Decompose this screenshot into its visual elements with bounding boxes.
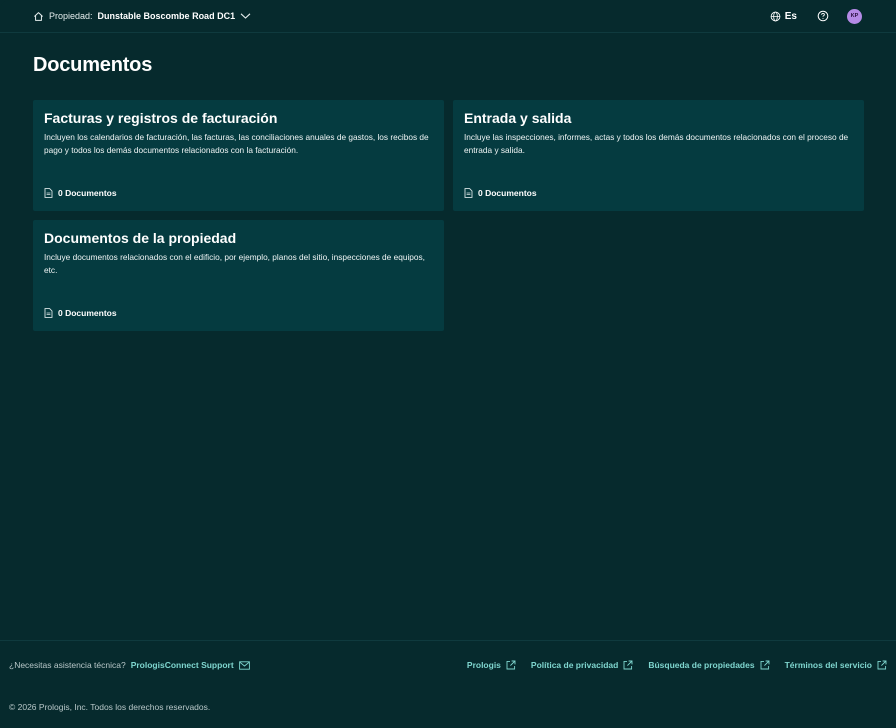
footer-link-privacy[interactable]: Política de privacidad bbox=[531, 660, 633, 670]
footer-link-label: Política de privacidad bbox=[530, 660, 619, 670]
support-assist: ¿Necesitas asistencia técnica? PrologisC… bbox=[9, 660, 250, 670]
card-title: Facturas y registros de facturación bbox=[44, 110, 278, 126]
document-count: 0 Documentos bbox=[44, 308, 117, 318]
document-count-label: 0 Documentos bbox=[478, 188, 537, 198]
app-window: Propiedad: Dunstable Boscombe Road DC1 E… bbox=[0, 0, 896, 728]
document-icon bbox=[44, 188, 53, 198]
card-billing[interactable]: Facturas y registros de facturación Incl… bbox=[33, 100, 444, 211]
external-link-icon bbox=[877, 660, 887, 670]
page-title: Documentos bbox=[33, 54, 153, 76]
card-description: Incluye documentos relacionados con el e… bbox=[44, 252, 425, 275]
footer-link-label: Búsqueda de propiedades bbox=[648, 660, 755, 670]
language-label: Es bbox=[784, 10, 797, 22]
card-property-documents[interactable]: Documentos de la propiedad Incluye docum… bbox=[33, 220, 444, 331]
chevron-down-icon[interactable] bbox=[240, 12, 251, 20]
mail-icon[interactable] bbox=[238, 660, 250, 670]
assist-text: ¿Necesitas asistencia técnica? bbox=[9, 660, 126, 670]
footer-link-prologis[interactable]: Prologis bbox=[467, 660, 516, 670]
footer-divider bbox=[0, 640, 896, 641]
document-count: 0 Documentos bbox=[464, 188, 537, 198]
avatar[interactable]: KP bbox=[847, 8, 862, 24]
card-description: Incluyen los calendarios de facturación,… bbox=[44, 132, 429, 155]
document-count-label: 0 Documentos bbox=[58, 308, 117, 318]
card-title: Entrada y salida bbox=[464, 110, 572, 126]
header-actions: Es KP bbox=[770, 8, 862, 24]
top-bar: Propiedad: Dunstable Boscombe Road DC1 E… bbox=[0, 0, 896, 33]
footer-link-terms[interactable]: Términos del servicio bbox=[785, 660, 887, 670]
external-link-icon bbox=[506, 660, 516, 670]
property-selector[interactable]: Propiedad: Dunstable Boscombe Road DC1 bbox=[33, 11, 251, 22]
footer-link-property-search[interactable]: Búsqueda de propiedades bbox=[648, 660, 770, 670]
document-icon bbox=[44, 308, 53, 318]
external-link-icon bbox=[623, 660, 633, 670]
card-title: Documentos de la propiedad bbox=[44, 230, 237, 246]
home-icon bbox=[33, 11, 44, 22]
document-count-label: 0 Documentos bbox=[58, 188, 117, 198]
document-icon bbox=[464, 188, 473, 198]
support-link[interactable]: PrologisConnect Support bbox=[131, 660, 234, 670]
help-icon[interactable] bbox=[817, 10, 829, 22]
external-link-icon bbox=[760, 660, 770, 670]
language-selector[interactable]: Es bbox=[770, 11, 797, 22]
document-count: 0 Documentos bbox=[44, 188, 117, 198]
footer-link-label: Términos del servicio bbox=[784, 660, 872, 670]
property-name: Dunstable Boscombe Road DC1 bbox=[97, 11, 236, 21]
property-label: Propiedad: bbox=[49, 11, 93, 21]
globe-icon bbox=[770, 11, 781, 22]
footer-link-label: Prologis bbox=[466, 660, 501, 670]
card-description: Incluye las inspecciones, informes, acta… bbox=[464, 132, 849, 155]
copyright: © 2026 Prologis, Inc. Todos los derechos… bbox=[9, 702, 211, 712]
card-move-in-out[interactable]: Entrada y salida Incluye las inspeccione… bbox=[453, 100, 864, 211]
footer-links: Prologis Política de privacidad Búsqueda… bbox=[467, 660, 887, 670]
